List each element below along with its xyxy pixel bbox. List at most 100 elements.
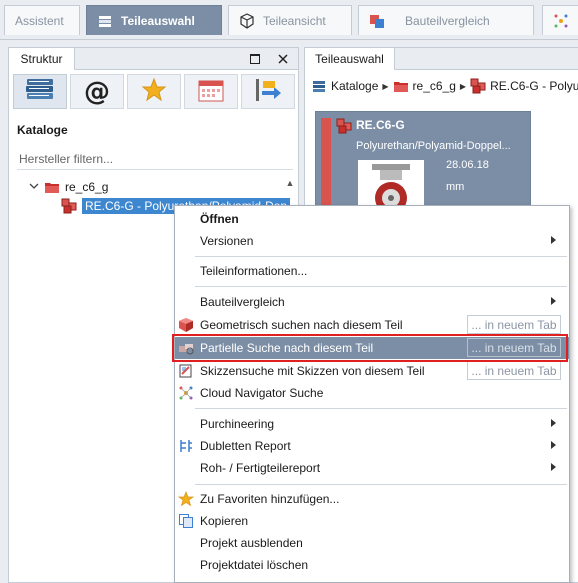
calendar-icon bbox=[197, 77, 225, 106]
at-sign-icon: @ bbox=[84, 76, 110, 107]
scroll-up-icon[interactable]: ▲ bbox=[284, 178, 296, 190]
tab-teileauswahl-label: Teileauswahl bbox=[121, 13, 195, 28]
submenu-arrow-icon bbox=[551, 419, 556, 427]
menu-item-label: Bauteilvergleich bbox=[200, 295, 285, 309]
tile-unit: mm bbox=[446, 181, 465, 193]
red-cubes-icon bbox=[470, 78, 486, 94]
open-in-new-tab-button[interactable]: ... in neuem Tab bbox=[467, 338, 561, 357]
breadcrumb-catalogs[interactable]: Kataloge bbox=[331, 79, 378, 93]
menu-item-part-info[interactable]: Teileinformationen... bbox=[175, 260, 569, 282]
catalog-stack-icon bbox=[311, 78, 327, 94]
menu-item-copy[interactable]: Kopieren bbox=[175, 510, 569, 532]
tab-teileauswahl-panel[interactable]: Teileauswahl bbox=[305, 48, 395, 70]
star-icon bbox=[177, 491, 195, 507]
menu-item-partial-search[interactable]: Partielle Suche nach diesem Teil ... in … bbox=[175, 337, 569, 359]
top-tab-bar: Assistent Teileauswahl Teileansicht Baut… bbox=[0, 0, 578, 40]
open-in-new-tab-button[interactable]: ... in neuem Tab bbox=[467, 361, 561, 380]
menu-item-versions[interactable]: Versionen bbox=[175, 230, 569, 252]
tab-teileansicht[interactable]: Teileansicht bbox=[228, 5, 352, 35]
tile-date: 28.06.18 bbox=[446, 159, 489, 171]
menu-item-hide-project[interactable]: Projekt ausblenden bbox=[175, 532, 569, 554]
menu-item-label: Cloud Navigator Suche bbox=[200, 386, 324, 400]
menu-item-geo-search[interactable]: Geometrisch suchen nach diesem Teil ... … bbox=[175, 314, 569, 336]
menu-item-raw-parts-report[interactable]: Roh- / Fertigteilereport bbox=[175, 457, 569, 479]
menu-separator bbox=[195, 286, 567, 287]
tab-teileauswahl-panel-label: Teileauswahl bbox=[315, 52, 384, 66]
maximize-icon[interactable] bbox=[247, 51, 263, 67]
menu-item-label: Skizzensuche mit Skizzen von diesem Teil bbox=[200, 364, 425, 378]
menu-item-open[interactable]: Öffnen bbox=[175, 208, 569, 230]
menu-item-label: Projektdatei löschen bbox=[200, 558, 309, 572]
breadcrumb-arrow-icon[interactable]: ▶ bbox=[460, 82, 466, 91]
tab-struktur[interactable]: Struktur bbox=[9, 48, 75, 70]
menu-item-label: Öffnen bbox=[200, 212, 239, 226]
manufacturer-filter-input[interactable] bbox=[17, 148, 293, 170]
tile-title: RE.C6-G bbox=[356, 118, 405, 132]
copy-icon bbox=[178, 513, 194, 529]
tab-more[interactable] bbox=[542, 5, 578, 35]
tree-item-label: re_c6_g bbox=[65, 180, 109, 194]
menu-item-label: Partielle Suche nach diesem Teil bbox=[200, 341, 374, 355]
menu-item-sketch-search[interactable]: Skizzensuche mit Skizzen von diesem Teil… bbox=[175, 360, 569, 382]
network-icon bbox=[553, 13, 569, 29]
context-menu: Öffnen Versionen Teileinformationen... B… bbox=[174, 205, 570, 583]
red-cube-icon bbox=[178, 317, 194, 333]
breadcrumb-re-c6-g[interactable]: re_c6_g bbox=[413, 79, 456, 93]
menu-item-cloud-navigator[interactable]: Cloud Navigator Suche bbox=[175, 382, 569, 404]
menu-item-add-favorites[interactable]: Zu Favoriten hinzufügen... bbox=[175, 488, 569, 510]
folder-red-icon bbox=[393, 78, 409, 94]
tab-assistent-label: Assistent bbox=[15, 13, 64, 28]
menu-item-label: Geometrisch suchen nach diesem Teil bbox=[200, 318, 403, 332]
menu-item-duplicates-report[interactable]: Dubletten Report bbox=[175, 435, 569, 457]
tree-item-re-c6-g[interactable]: re_c6_g bbox=[29, 179, 108, 195]
tile-subtitle: Polyurethan/Polyamid-Doppel... bbox=[356, 140, 511, 152]
tab-struktur-label: Struktur bbox=[20, 52, 63, 66]
menu-separator bbox=[195, 408, 567, 409]
menu-separator bbox=[195, 256, 567, 257]
email-button[interactable]: @ bbox=[70, 74, 124, 109]
close-icon[interactable] bbox=[275, 51, 291, 67]
folder-red-icon bbox=[44, 179, 60, 195]
menu-item-label: Roh- / Fertigteilereport bbox=[200, 461, 321, 475]
catalogs-button[interactable] bbox=[13, 74, 67, 109]
menu-item-delete-project-file[interactable]: Projektdatei löschen bbox=[175, 554, 569, 576]
tab-assistent[interactable]: Assistent bbox=[4, 5, 80, 35]
menu-item-purchineering[interactable]: Purchineering bbox=[175, 413, 569, 435]
structure-panel-header: Struktur bbox=[9, 48, 298, 70]
open-in-new-tab-button[interactable]: ... in neuem Tab bbox=[467, 315, 561, 334]
catalog-toolbar: @ bbox=[13, 74, 297, 110]
calendar-button[interactable] bbox=[184, 74, 238, 109]
chevron-down-icon[interactable] bbox=[29, 180, 39, 194]
submenu-arrow-icon bbox=[551, 297, 556, 305]
submenu-arrow-icon bbox=[551, 441, 556, 449]
menu-item-label: Dubletten Report bbox=[200, 439, 291, 453]
tab-teileauswahl[interactable]: Teileauswahl bbox=[86, 5, 222, 35]
menu-item-label: Kopieren bbox=[200, 514, 249, 528]
menu-item-label: Projekt ausblenden bbox=[200, 536, 303, 550]
books-icon bbox=[24, 76, 56, 107]
menu-item-label: Teileinformationen... bbox=[200, 264, 308, 278]
breadcrumb-part[interactable]: RE.C6-G - Polyur bbox=[490, 79, 578, 93]
menu-item-label: Zu Favoriten hinzufügen... bbox=[200, 492, 340, 506]
folder-export-icon bbox=[254, 77, 282, 106]
submenu-arrow-icon bbox=[551, 236, 556, 244]
export-button[interactable] bbox=[241, 74, 295, 109]
tab-bauteilvergleich[interactable]: Bauteilvergleich bbox=[358, 5, 534, 35]
submenu-arrow-icon bbox=[551, 463, 556, 471]
catalog-stack-icon bbox=[97, 13, 113, 29]
favorites-button[interactable] bbox=[127, 74, 181, 109]
partial-search-icon bbox=[178, 340, 194, 356]
red-cubes-icon bbox=[61, 198, 77, 214]
red-cubes-icon bbox=[336, 118, 352, 134]
network-icon bbox=[178, 385, 194, 401]
menu-separator bbox=[195, 484, 567, 485]
tab-bauteilvergleich-label: Bauteilvergleich bbox=[405, 13, 490, 28]
selection-panel-header: Teileauswahl bbox=[305, 48, 578, 70]
tab-teileansicht-label: Teileansicht bbox=[263, 13, 326, 28]
sketch-search-icon bbox=[178, 363, 194, 379]
breadcrumb-arrow-icon[interactable]: ▶ bbox=[382, 82, 388, 91]
menu-item-compare[interactable]: Bauteilvergleich bbox=[175, 291, 569, 313]
parts-compare-icon bbox=[369, 13, 385, 29]
star-icon bbox=[141, 77, 167, 106]
breadcrumb: Kataloge ▶ re_c6_g ▶ RE.C6-G - Polyur bbox=[311, 78, 578, 94]
